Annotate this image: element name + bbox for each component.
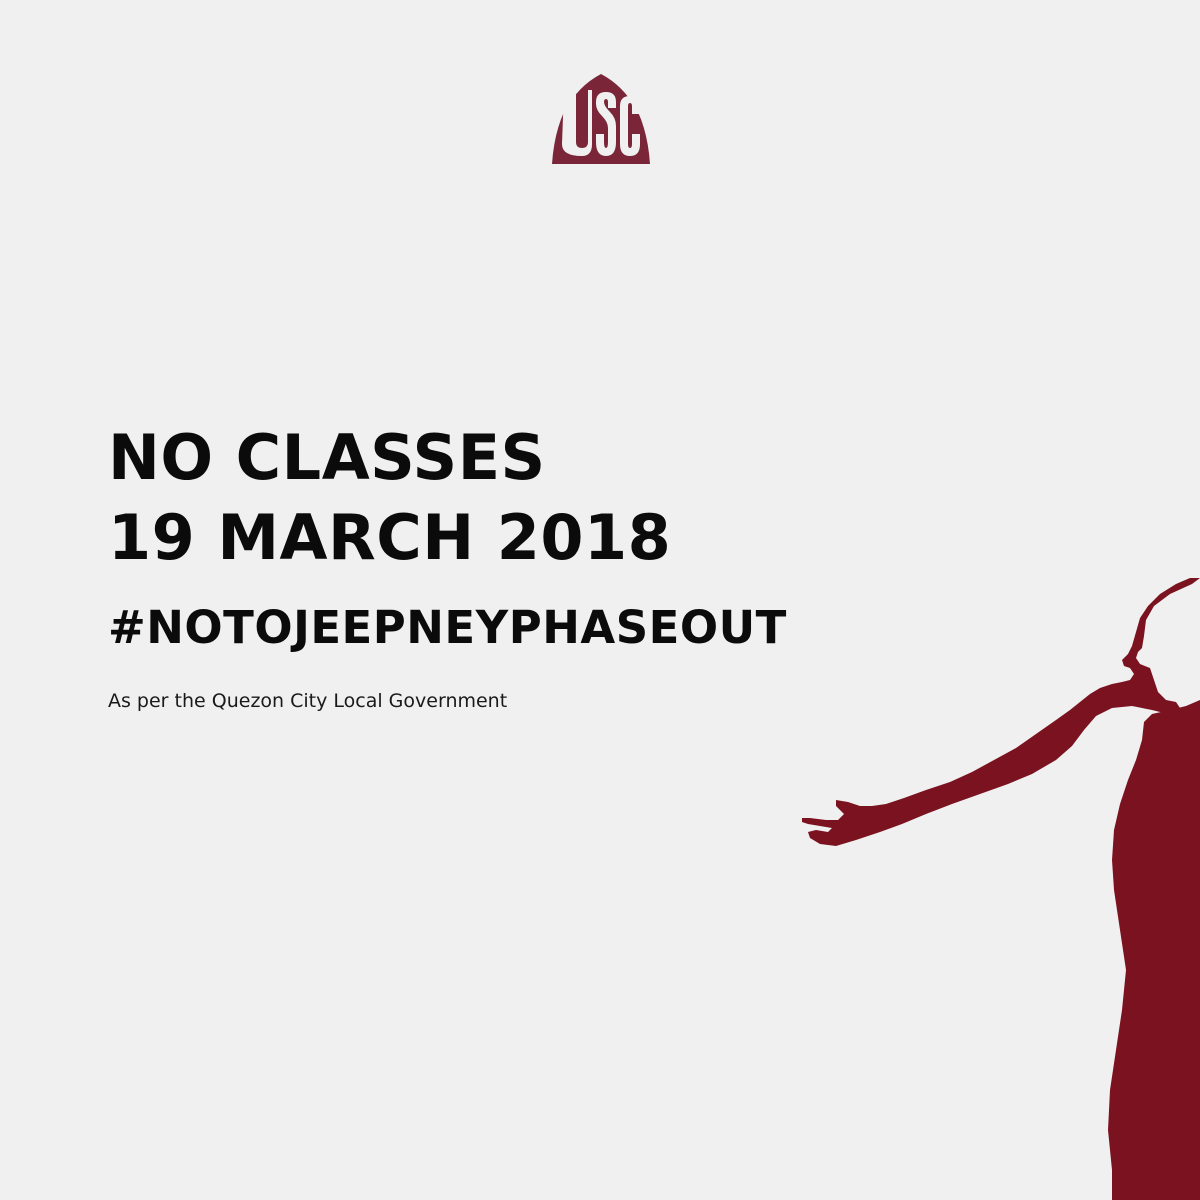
usc-logo — [552, 74, 650, 164]
source-note: As per the Quezon City Local Government — [108, 690, 508, 712]
headline-line-1: NO CLASSES — [108, 421, 546, 494]
headline: NO CLASSES 19 MARCH 2018 — [108, 418, 671, 578]
person-silhouette-icon — [802, 578, 1200, 1200]
headline-line-2: 19 MARCH 2018 — [108, 501, 672, 574]
hashtag: #NOTOJEEPNEYPHASEOUT — [108, 601, 787, 654]
announcement-poster: NO CLASSES 19 MARCH 2018 #NOTOJEEPNEYPHA… — [0, 0, 1200, 1200]
